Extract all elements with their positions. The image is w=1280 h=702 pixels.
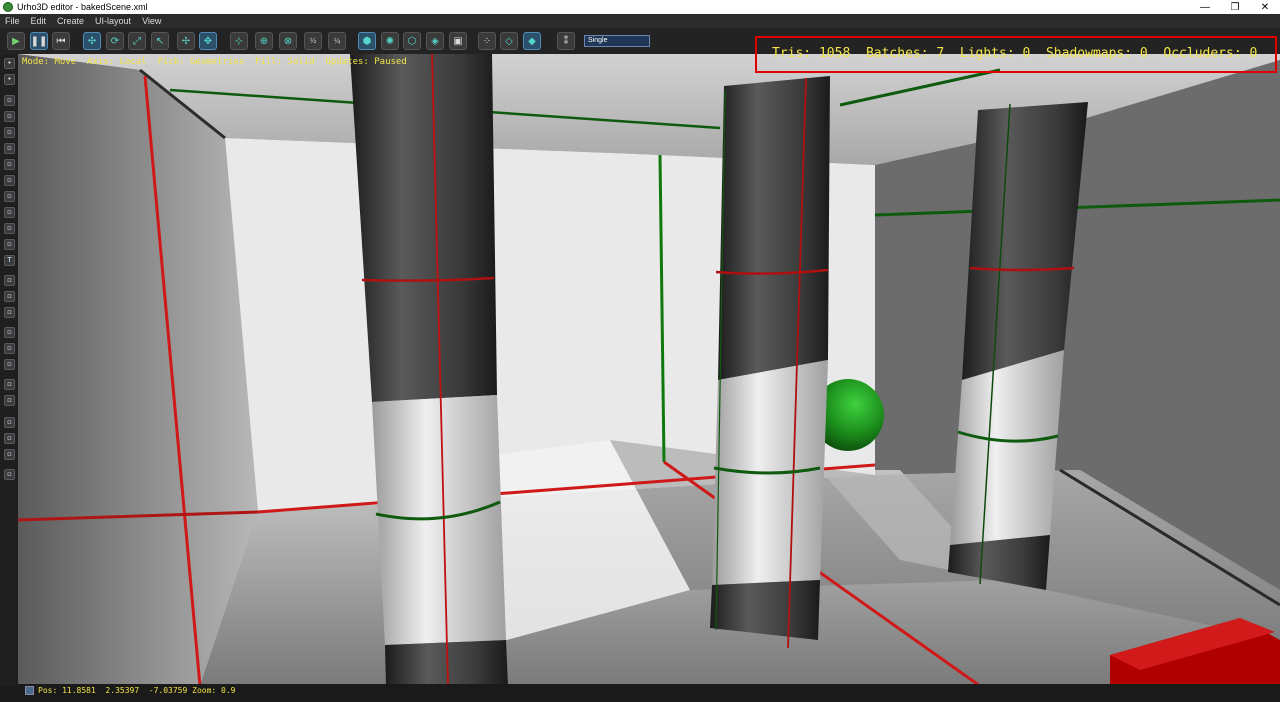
component-7-icon[interactable]: ▫ bbox=[4, 191, 15, 202]
component-9-icon[interactable]: ▫ bbox=[4, 223, 15, 234]
snap-move-icon[interactable]: ⊹ bbox=[230, 32, 248, 50]
scale-tool-icon[interactable]: ⤢ bbox=[128, 32, 146, 50]
occluders-stat: Occluders: 0 bbox=[1163, 46, 1258, 61]
snap-rotate-icon[interactable]: ⊕ bbox=[255, 32, 273, 50]
new-node-icon[interactable]: • bbox=[4, 58, 15, 69]
component-15-icon[interactable]: ▫ bbox=[4, 327, 15, 338]
component-2-icon[interactable]: ▫ bbox=[4, 111, 15, 122]
pick-rigidbodies-icon[interactable]: ◈ bbox=[426, 32, 444, 50]
pick-ui-icon[interactable]: ▣ bbox=[449, 32, 467, 50]
component-12-icon[interactable]: ▫ bbox=[4, 275, 15, 286]
snap-scale-icon[interactable]: ⊗ bbox=[279, 32, 297, 50]
maximize-button[interactable]: ❐ bbox=[1220, 0, 1250, 14]
component-3-icon[interactable]: ▫ bbox=[4, 127, 15, 138]
component-11-icon[interactable]: T bbox=[4, 255, 15, 266]
pick-geometries-icon[interactable]: ⬢ bbox=[358, 32, 376, 50]
component-13-icon[interactable]: ▫ bbox=[4, 291, 15, 302]
menu-file[interactable]: File bbox=[5, 16, 20, 26]
scene-viewport[interactable] bbox=[18, 54, 1280, 686]
restart-icon[interactable]: ⏮ bbox=[52, 32, 70, 50]
shadowmaps-stat: Shadowmaps: 0 bbox=[1045, 46, 1148, 61]
component-22-icon[interactable]: ▫ bbox=[4, 449, 15, 460]
menu-bar: File Edit Create UI-layout View bbox=[0, 14, 1280, 28]
component-8-icon[interactable]: ▫ bbox=[4, 207, 15, 218]
batches-stat: Batches: 7 bbox=[865, 46, 945, 61]
component-16-icon[interactable]: ▫ bbox=[4, 343, 15, 354]
window-controls: — ❐ ✕ bbox=[1190, 0, 1280, 14]
fill-solid-icon[interactable]: ◆ bbox=[523, 32, 541, 50]
component-17-icon[interactable]: ▫ bbox=[4, 359, 15, 370]
move-tool-icon[interactable]: ✣ bbox=[83, 32, 101, 50]
rotate-tool-icon[interactable]: ⟳ bbox=[106, 32, 124, 50]
mode-status: Mode: Move bbox=[22, 57, 77, 67]
updates-status: Updates: Paused bbox=[325, 57, 407, 67]
pick-mode-dropdown[interactable]: Single bbox=[584, 35, 650, 47]
fill-points-icon[interactable]: ⁘ bbox=[478, 32, 496, 50]
snap-half-icon[interactable]: ½ bbox=[304, 32, 322, 50]
menu-ui-layout[interactable]: UI-layout bbox=[95, 16, 131, 26]
view-options-icon[interactable]: ⁑ bbox=[557, 32, 575, 50]
pick-zones-icon[interactable]: ⬡ bbox=[403, 32, 421, 50]
pause-icon[interactable]: ❚❚ bbox=[30, 32, 48, 50]
component-10-icon[interactable]: ▫ bbox=[4, 239, 15, 250]
pick-lights-icon[interactable]: ✺ bbox=[381, 32, 399, 50]
urho3d-logo-icon bbox=[3, 2, 13, 12]
tris-stat: Tris: 1058 bbox=[772, 46, 851, 61]
snap-quarter-icon[interactable]: ¼ bbox=[328, 32, 346, 50]
new-replicated-node-icon[interactable]: • bbox=[4, 74, 15, 85]
render-stats: Tris: 1058 Batches: 7 Lights: 0 Shadowma… bbox=[772, 46, 1257, 61]
world-axis-icon[interactable]: ✥ bbox=[199, 32, 217, 50]
component-21-icon[interactable]: ▫ bbox=[4, 433, 15, 444]
local-axis-icon[interactable]: ✢ bbox=[177, 32, 195, 50]
hierarchy-toolbar: • • ▫ ▫ ▫ ▫ ▫ ▫ ▫ ▫ ▫ ▫ T ▫ ▫ ▫ ▫ ▫ ▫ ▫ … bbox=[0, 54, 18, 686]
component-18-icon[interactable]: ▫ bbox=[4, 379, 15, 390]
component-14-icon[interactable]: ▫ bbox=[4, 307, 15, 318]
camera-position: Pos: 11.8581 2.35397 -7.03759 Zoom: 0.9 bbox=[38, 686, 236, 695]
component-20-icon[interactable]: ▫ bbox=[4, 417, 15, 428]
axis-status: Axis: Local bbox=[87, 57, 147, 67]
menu-edit[interactable]: Edit bbox=[31, 16, 47, 26]
menu-view[interactable]: View bbox=[142, 16, 161, 26]
camera-icon bbox=[25, 686, 34, 695]
viewport-status-line: Mode: Move Axis: Local Pick: Geometries … bbox=[22, 57, 407, 67]
component-5-icon[interactable]: ▫ bbox=[4, 159, 15, 170]
minimize-button[interactable]: — bbox=[1190, 0, 1220, 14]
component-19-icon[interactable]: ▫ bbox=[4, 395, 15, 406]
fill-wireframe-icon[interactable]: ◇ bbox=[500, 32, 518, 50]
pick-status: Pick: Geometries bbox=[157, 57, 245, 67]
component-6-icon[interactable]: ▫ bbox=[4, 175, 15, 186]
component-4-icon[interactable]: ▫ bbox=[4, 143, 15, 154]
fill-status: Fill: Solid bbox=[255, 57, 315, 67]
scene-render bbox=[18, 54, 1280, 686]
pillar-2 bbox=[710, 76, 830, 649]
play-icon[interactable]: ▶ bbox=[7, 32, 25, 50]
menu-create[interactable]: Create bbox=[57, 16, 84, 26]
lights-stat: Lights: 0 bbox=[959, 46, 1031, 61]
component-23-icon[interactable]: ▫ bbox=[4, 469, 15, 480]
window-title: Urho3D editor - bakedScene.xml bbox=[17, 2, 148, 12]
component-1-icon[interactable]: ▫ bbox=[4, 95, 15, 106]
close-button[interactable]: ✕ bbox=[1250, 0, 1280, 14]
title-bar: Urho3D editor - bakedScene.xml — ❐ ✕ bbox=[0, 0, 1280, 14]
select-tool-icon[interactable]: ↖ bbox=[151, 32, 169, 50]
